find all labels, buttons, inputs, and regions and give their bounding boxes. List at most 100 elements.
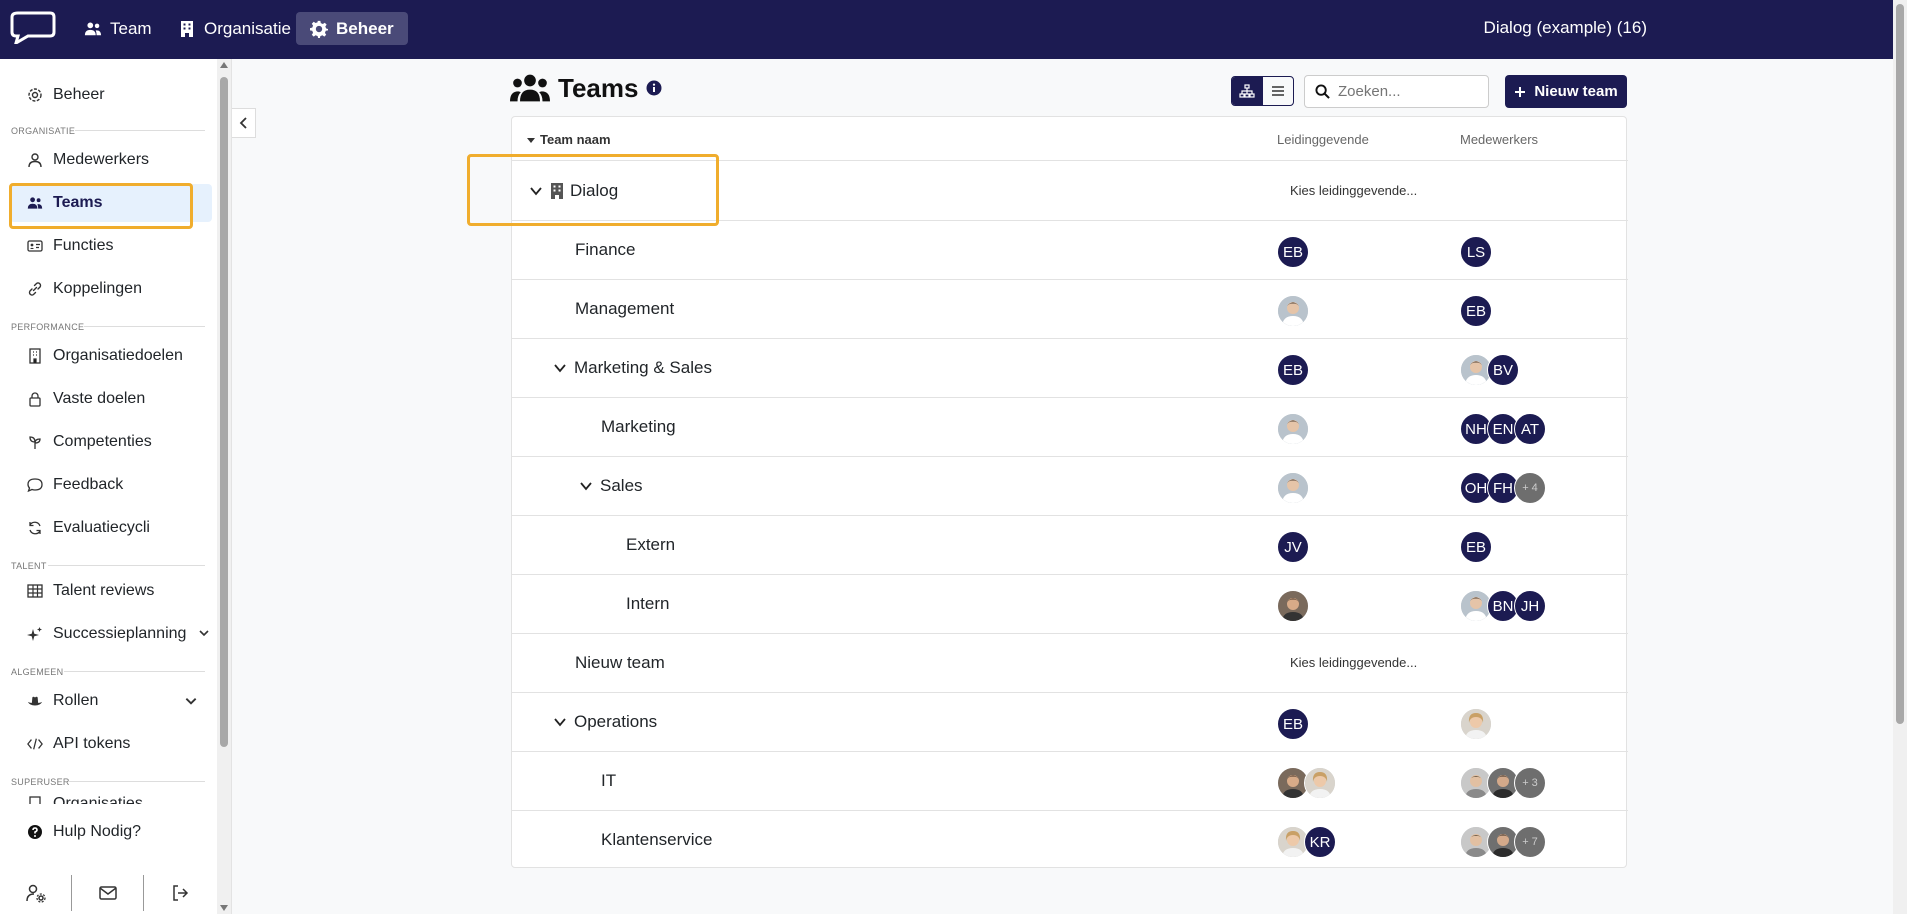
user-settings-button[interactable] (0, 874, 72, 911)
table-row[interactable]: Intern BN JH (512, 575, 1628, 634)
table-row[interactable]: Operations EB (512, 693, 1628, 752)
sidebar-item-organisatiedoelen[interactable]: Organisatiedoelen (10, 337, 212, 375)
sidebar-item-beheer[interactable]: Beheer (10, 76, 212, 114)
avatar[interactable]: EB (1277, 708, 1309, 740)
table-row[interactable]: Marketing & Sales EB BV (512, 339, 1628, 398)
team-name: Dialog (528, 181, 618, 201)
choose-lead-select[interactable]: Kies leidinggevende... (1290, 655, 1417, 670)
avatar[interactable]: KR (1304, 826, 1336, 858)
help-link[interactable]: Hulp Nodig? (10, 813, 212, 851)
avatar[interactable]: EB (1460, 531, 1492, 563)
users-icon (27, 197, 43, 209)
chevron-down-icon[interactable] (578, 478, 594, 494)
page-scrollbar[interactable] (1893, 0, 1907, 914)
chevron-down-icon (185, 698, 197, 705)
sidebar-item-functies[interactable]: Functies (10, 227, 212, 265)
table-row[interactable]: Extern JV EB (512, 516, 1628, 575)
avatar[interactable]: EB (1277, 354, 1309, 386)
search-input[interactable] (1338, 83, 1478, 100)
info-icon[interactable] (646, 80, 662, 96)
more-members-badge[interactable]: + 3 (1514, 767, 1546, 799)
nav-team-label: Team (110, 18, 152, 38)
organization-name[interactable]: Dialog (example) (16) (1484, 18, 1647, 38)
table-row[interactable]: Finance EB LS (512, 221, 1628, 280)
messages-button[interactable] (72, 874, 144, 911)
sidebar-item-organisaties[interactable]: Organisaties (10, 794, 212, 804)
person-photo-icon (1305, 768, 1335, 798)
column-header-medewerkers: Medewerkers (1460, 132, 1539, 147)
sidebar-item-competenties[interactable]: Competenties (10, 423, 212, 461)
nav-organisatie[interactable]: Organisatie (164, 12, 305, 45)
sidebar-item-teams[interactable]: Teams (10, 184, 212, 222)
avatar-photo[interactable] (1277, 413, 1309, 445)
avatar-photo[interactable] (1460, 708, 1492, 740)
team-name: IT (601, 771, 616, 791)
app-logo-icon[interactable] (10, 10, 56, 44)
sidebar-item-medewerkers[interactable]: Medewerkers (10, 141, 212, 179)
logout-button[interactable] (144, 875, 216, 911)
scroll-up-arrow[interactable] (220, 62, 228, 68)
more-members-badge[interactable]: + 7 (1514, 826, 1546, 858)
sidebar-item-koppelingen[interactable]: Koppelingen (10, 270, 212, 308)
sidebar-item-vaste-doelen[interactable]: Vaste doelen (10, 380, 212, 418)
sidebar-item-label: Functies (53, 237, 114, 254)
sidebar-scroll-thumb[interactable] (220, 77, 228, 747)
sidebar-item-evaluatiecycli[interactable]: Evaluatiecycli (10, 509, 212, 547)
gear-icon (28, 88, 42, 102)
avatar[interactable]: JH (1514, 590, 1546, 622)
id-card-icon (27, 240, 43, 252)
avatar[interactable]: JV (1277, 531, 1309, 563)
sidebar-item-talent-reviews[interactable]: Talent reviews (10, 572, 212, 610)
collapse-sidebar-button[interactable] (232, 108, 256, 138)
member-avatars: BN JH (1460, 590, 1546, 622)
sidebar-item-feedback[interactable]: Feedback (10, 466, 212, 504)
table-row[interactable]: Marketing NH EN AT (512, 398, 1628, 457)
team-name: Sales (578, 476, 643, 496)
sidebar-item-label: Evaluatiecycli (53, 519, 150, 536)
sidebar-item-api-tokens[interactable]: API tokens (10, 725, 212, 763)
chevron-down-icon[interactable] (552, 714, 568, 730)
column-header-leidinggevende: Leidinggevende (1277, 132, 1369, 147)
avatar-photo[interactable] (1277, 590, 1309, 622)
chevron-left-icon (239, 117, 247, 129)
sidebar-scrollbar[interactable] (217, 59, 231, 914)
nav-team[interactable]: Team (70, 12, 166, 45)
avatar-photo[interactable] (1277, 472, 1309, 504)
nav-beheer[interactable]: Beheer (296, 12, 408, 45)
avatar-photo[interactable] (1304, 767, 1336, 799)
avatar-photo[interactable] (1277, 295, 1309, 327)
table-row[interactable]: IT + 3 (512, 752, 1628, 811)
nav-beheer-label: Beheer (336, 18, 394, 38)
page-scroll-thumb[interactable] (1896, 4, 1904, 724)
new-team-button[interactable]: Nieuw team (1505, 75, 1627, 108)
more-members-badge[interactable]: + 4 (1514, 472, 1546, 504)
avatar[interactable]: EB (1277, 236, 1309, 268)
avatar[interactable]: BV (1487, 354, 1519, 386)
sidebar-item-rollen[interactable]: Rollen (10, 682, 212, 720)
sidebar-item-successieplanning[interactable]: Successieplanning (10, 615, 212, 653)
avatar[interactable]: EB (1460, 295, 1492, 327)
table-row[interactable]: Nieuw team Kies leidinggevende... (512, 634, 1628, 693)
scroll-down-arrow[interactable] (220, 905, 228, 911)
page-header: Teams (510, 72, 662, 104)
section-divider (48, 565, 205, 566)
table-row[interactable]: Sales OH FH + 4 (512, 457, 1628, 516)
avatar[interactable]: LS (1460, 236, 1492, 268)
lead-avatars: EB (1277, 708, 1309, 740)
building-icon (551, 183, 563, 199)
list-view-button[interactable] (1263, 77, 1294, 105)
avatar[interactable]: AT (1514, 413, 1546, 445)
help-label: Hulp Nodig? (53, 823, 142, 840)
table-row[interactable]: Dialog Kies leidinggevende... (512, 162, 1628, 221)
sidebar-item-label: Medewerkers (53, 151, 150, 168)
column-header-team-naam[interactable]: Team naam (526, 132, 611, 147)
chevron-down-icon[interactable] (552, 360, 568, 376)
chevron-down-icon[interactable] (528, 183, 544, 199)
member-avatars: LS (1460, 236, 1492, 268)
table-row[interactable]: Klantenservice KR + 7 (512, 811, 1628, 870)
table-row[interactable]: Management EB (512, 280, 1628, 339)
choose-lead-select[interactable]: Kies leidinggevende... (1290, 183, 1417, 198)
team-name: Operations (552, 712, 657, 732)
tree-view-button[interactable] (1232, 77, 1263, 105)
code-icon (27, 738, 43, 750)
